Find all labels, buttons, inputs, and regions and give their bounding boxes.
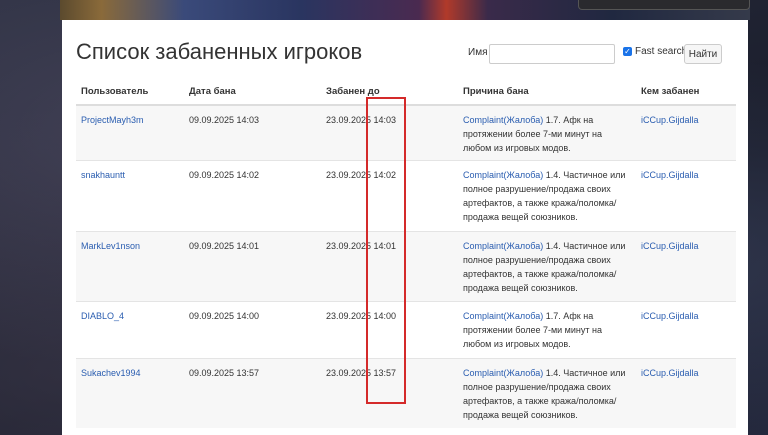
banned-by-link[interactable]: iCCup.Gijdalla bbox=[641, 115, 699, 125]
name-label: Имя bbox=[468, 47, 488, 58]
ban-date: 09.09.2025 14:01 bbox=[184, 230, 321, 301]
reason-link[interactable]: Complaint(Жалоба) bbox=[463, 115, 543, 125]
user-link[interactable]: Sukachev1994 bbox=[81, 368, 141, 378]
ban-date: 09.09.2025 14:02 bbox=[184, 159, 321, 231]
page-title: Список забаненных игроков bbox=[76, 39, 363, 64]
banned-until: 23.09.2025 14:03 bbox=[321, 104, 458, 160]
table-row: DIABLO_4 09.09.2025 14:00 23.09.2025 14:… bbox=[76, 300, 736, 358]
header-reason[interactable]: Причина бана bbox=[458, 78, 636, 106]
header-user[interactable]: Пользователь bbox=[76, 78, 184, 106]
banned-until: 23.09.2025 14:02 bbox=[321, 159, 458, 231]
ban-date: 09.09.2025 13:57 bbox=[184, 357, 321, 428]
user-link[interactable]: MarkLev1nson bbox=[81, 241, 140, 251]
fast-search-checkbox[interactable]: ✓ bbox=[623, 47, 632, 56]
find-button[interactable]: Найти bbox=[684, 44, 722, 64]
banned-until: 23.09.2025 14:00 bbox=[321, 300, 458, 358]
table-header-row: Пользователь Дата бана Забанен до Причин… bbox=[76, 78, 736, 106]
ban-reason: Complaint(Жалоба) 1.4. Частичное или пол… bbox=[458, 230, 636, 301]
banned-until: 23.09.2025 13:57 bbox=[321, 357, 458, 428]
fast-search-toggle[interactable]: ✓ Fast search bbox=[623, 46, 687, 57]
name-search-input[interactable] bbox=[489, 44, 615, 64]
reason-link[interactable]: Complaint(Жалоба) bbox=[463, 368, 543, 378]
ban-reason: Complaint(Жалоба) 1.4. Частичное или пол… bbox=[458, 159, 636, 231]
ban-reason: Complaint(Жалоба) 1.7. Афк на протяжении… bbox=[458, 300, 636, 358]
header-banned-until[interactable]: Забанен до bbox=[321, 78, 458, 106]
table-row: Sukachev1994 09.09.2025 13:57 23.09.2025… bbox=[76, 357, 736, 428]
banned-by-link[interactable]: iCCup.Gijdalla bbox=[641, 170, 699, 180]
reason-link[interactable]: Complaint(Жалоба) bbox=[463, 170, 543, 180]
banned-players-panel: Список забаненных игроков Имя ✓ Fast sea… bbox=[62, 20, 748, 435]
header-banned-by[interactable]: Кем забанен bbox=[636, 78, 736, 106]
ban-date: 09.09.2025 14:03 bbox=[184, 104, 321, 160]
ban-date: 09.09.2025 14:00 bbox=[184, 300, 321, 358]
banned-players-table: Пользователь Дата бана Забанен до Причин… bbox=[76, 78, 736, 428]
reason-link[interactable]: Complaint(Жалоба) bbox=[463, 241, 543, 251]
banned-until: 23.09.2025 14:01 bbox=[321, 230, 458, 301]
banned-by-link[interactable]: iCCup.Gijdalla bbox=[641, 241, 699, 251]
user-link[interactable]: DIABLO_4 bbox=[81, 311, 124, 321]
user-link[interactable]: ProjectMayh3m bbox=[81, 115, 144, 125]
banned-by-link[interactable]: iCCup.Gijdalla bbox=[641, 368, 699, 378]
user-link[interactable]: snakhauntt bbox=[81, 170, 125, 180]
header-ban-date[interactable]: Дата бана bbox=[184, 78, 321, 106]
fast-search-label: Fast search bbox=[635, 46, 688, 57]
reason-link[interactable]: Complaint(Жалоба) bbox=[463, 311, 543, 321]
header-user-box bbox=[578, 0, 750, 10]
table-row: snakhauntt 09.09.2025 14:02 23.09.2025 1… bbox=[76, 159, 736, 231]
ban-reason: Complaint(Жалоба) 1.4. Частичное или пол… bbox=[458, 357, 636, 428]
ban-reason: Complaint(Жалоба) 1.7. Афк на протяжении… bbox=[458, 104, 636, 160]
table-row: ProjectMayh3m 09.09.2025 14:03 23.09.202… bbox=[76, 104, 736, 160]
table-row: MarkLev1nson 09.09.2025 14:01 23.09.2025… bbox=[76, 230, 736, 301]
banned-by-link[interactable]: iCCup.Gijdalla bbox=[641, 311, 699, 321]
